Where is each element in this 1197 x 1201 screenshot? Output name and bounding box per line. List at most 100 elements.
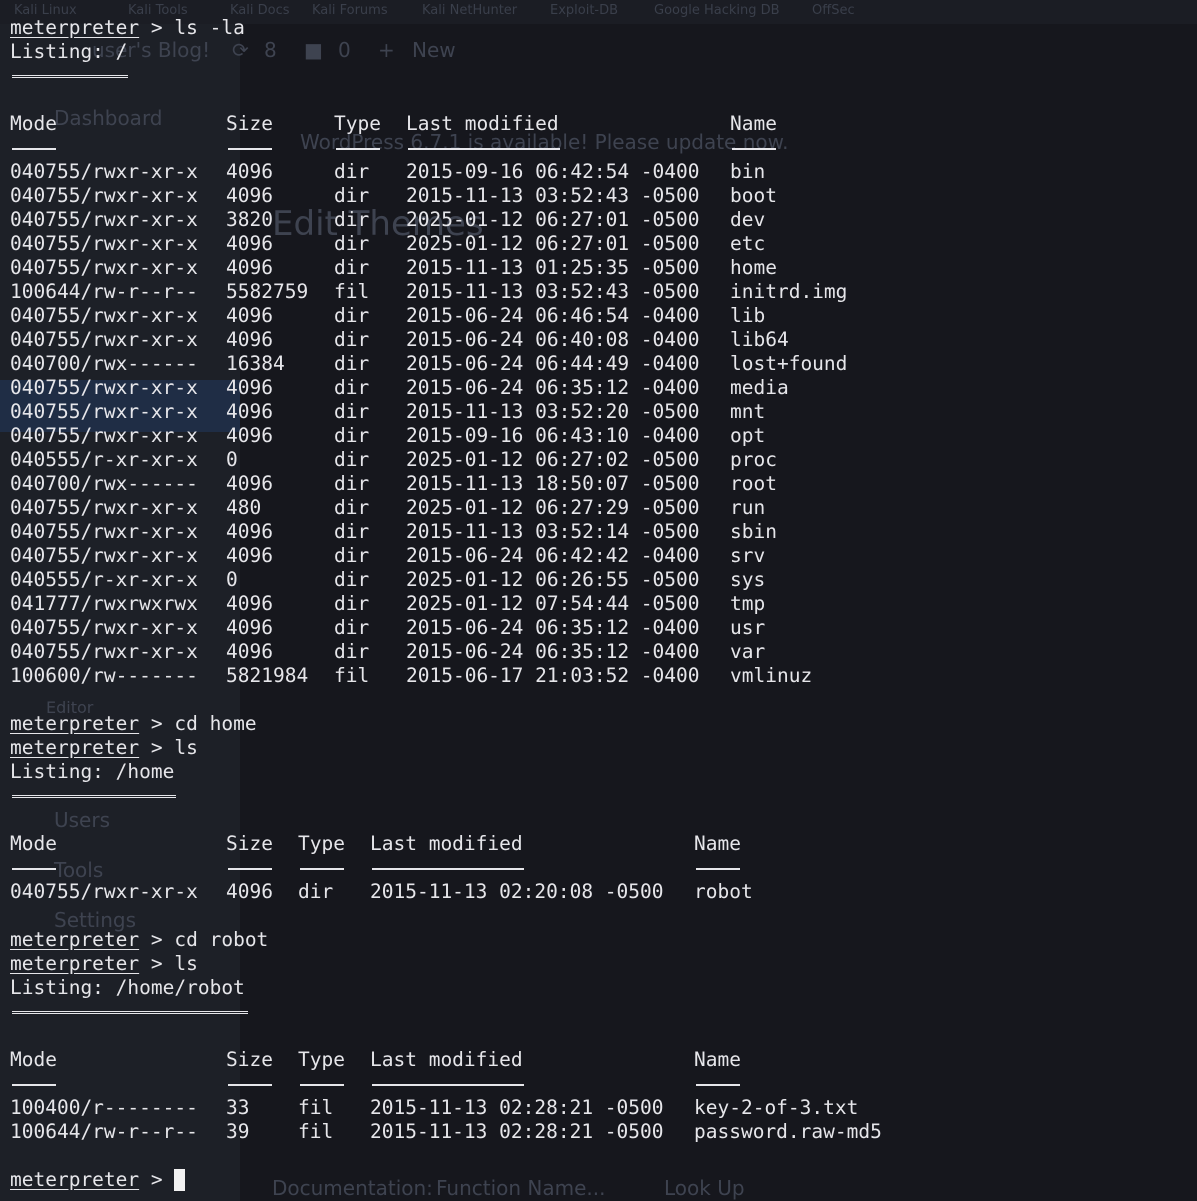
cell-mode: 040755/rwxr-xr-x bbox=[10, 256, 198, 279]
cell-size: 4096 bbox=[226, 256, 273, 279]
prompt-label: meterpreter bbox=[10, 1168, 140, 1191]
cell-size: 5821984 bbox=[226, 664, 309, 687]
table-row: 040755/rwxr-xr-x 4096 dir 2015-11-13 03:52:… bbox=[10, 184, 777, 208]
cell-type: fil bbox=[298, 1120, 334, 1143]
prompt-separator: > bbox=[139, 712, 175, 735]
listing-title: Listing: / bbox=[10, 40, 128, 63]
cell-size: 4096 bbox=[226, 304, 273, 327]
cell-type: dir bbox=[334, 424, 370, 447]
terminal-line: Listing: /home bbox=[10, 760, 268, 784]
function-select[interactable]: Function Name... bbox=[436, 1176, 606, 1200]
prompt-label: meterpreter bbox=[10, 952, 140, 975]
bookmark-tab[interactable]: Exploit-DB bbox=[550, 3, 618, 18]
cell-mode: 040700/rwx------ bbox=[10, 472, 198, 495]
cell-last-modified: 2015-11-13 02:20:08 -0500 bbox=[370, 880, 664, 903]
bookmark-tab[interactable]: OffSec bbox=[812, 3, 855, 18]
cell-mode: 040755/rwxr-xr-x bbox=[10, 328, 198, 351]
cell-mode: 040755/rwxr-xr-x bbox=[10, 400, 198, 423]
cell-mode: 100600/rw------- bbox=[10, 664, 198, 687]
column-header[interactable]: Last modified bbox=[406, 112, 559, 136]
cell-type: dir bbox=[334, 520, 370, 543]
cell-size: 4096 bbox=[226, 424, 273, 447]
table-row: 041777/rwxrwxrwx 4096 dir 2025-01-12 07:54:… bbox=[10, 592, 765, 616]
command-text: ls bbox=[174, 952, 198, 975]
cell-mode: 040755/rwxr-xr-x bbox=[10, 304, 198, 327]
comments-icon[interactable]: ■ bbox=[304, 38, 323, 62]
column-header[interactable]: Mode bbox=[10, 1048, 57, 1072]
new-link[interactable]: New bbox=[412, 38, 456, 62]
listing-underline bbox=[12, 795, 176, 798]
cell-type: dir bbox=[334, 544, 370, 567]
column-header[interactable]: Mode bbox=[10, 832, 57, 856]
cell-mode: 040755/rwxr-xr-x bbox=[10, 376, 198, 399]
column-header-underline bbox=[372, 868, 524, 870]
cell-last-modified: 2015-06-24 06:40:08 -0400 bbox=[406, 328, 700, 351]
cell-last-modified: 2015-11-13 01:25:35 -0500 bbox=[406, 256, 700, 279]
cell-size: 4096 bbox=[226, 592, 273, 615]
cell-name: home bbox=[730, 256, 777, 279]
cell-type: fil bbox=[334, 280, 370, 303]
command-text: cd home bbox=[174, 712, 257, 735]
column-header[interactable]: Last modified bbox=[370, 1048, 523, 1072]
table-row: 040555/r-xr-xr-x 0 dir 2025-01-12 06:26:55 … bbox=[10, 568, 765, 592]
column-header[interactable]: Last modified bbox=[370, 832, 523, 856]
cell-mode: 040755/rwxr-xr-x bbox=[10, 424, 198, 447]
bookmark-tab[interactable]: Google Hacking DB bbox=[654, 3, 780, 18]
column-header[interactable]: Name bbox=[730, 112, 777, 136]
table-row: 040755/rwxr-xr-x 4096 dir 2015-09-16 06:42:… bbox=[10, 160, 765, 184]
prompt-separator: > bbox=[139, 928, 175, 951]
bookmark-tab[interactable]: Kali Forums bbox=[312, 3, 388, 18]
table-row: 040755/rwxr-xr-x 4096 dir 2015-09-16 06:43:… bbox=[10, 424, 765, 448]
command-text: ls bbox=[174, 736, 198, 759]
prompt-label: meterpreter bbox=[10, 928, 140, 951]
column-header-underline bbox=[228, 148, 272, 150]
column-header[interactable]: Name bbox=[694, 832, 741, 856]
column-header[interactable]: Type bbox=[298, 832, 345, 856]
cell-size: 4096 bbox=[226, 880, 273, 903]
cell-last-modified: 2015-06-24 06:35:12 -0400 bbox=[406, 616, 700, 639]
cell-mode: 100644/rw-r--r-- bbox=[10, 1120, 198, 1143]
cell-mode: 040755/rwxr-xr-x bbox=[10, 184, 198, 207]
column-header-underline bbox=[228, 868, 272, 870]
cell-name: mnt bbox=[730, 400, 766, 423]
table-row: 100600/rw------- 5821984 fil 2015-06-17 21:… bbox=[10, 664, 812, 688]
column-header-underline bbox=[372, 1084, 524, 1086]
comments-count: 0 bbox=[338, 38, 351, 62]
prompt-separator: > bbox=[139, 16, 175, 39]
cell-mode: 040755/rwxr-xr-x bbox=[10, 496, 198, 519]
cell-last-modified: 2015-09-16 06:42:54 -0400 bbox=[406, 160, 700, 183]
cell-type: dir bbox=[334, 352, 370, 375]
cell-mode: 040755/rwxr-xr-x bbox=[10, 616, 198, 639]
terminal[interactable]: meterpreter > ls -la Listing: / Mode Size Ty… bbox=[10, 16, 882, 1192]
cell-size: 4096 bbox=[226, 400, 273, 423]
lookup-button[interactable]: Look Up bbox=[664, 1176, 745, 1200]
column-header[interactable]: Size bbox=[226, 1048, 273, 1072]
column-header[interactable]: Size bbox=[226, 832, 273, 856]
cell-last-modified: 2015-06-24 06:35:12 -0400 bbox=[406, 376, 700, 399]
cell-last-modified: 2025-01-12 06:27:01 -0500 bbox=[406, 232, 700, 255]
cell-type: dir bbox=[298, 880, 334, 903]
prompt-label: meterpreter bbox=[10, 16, 140, 39]
bookmark-tab[interactable]: Kali NetHunter bbox=[422, 3, 517, 18]
column-header[interactable]: Name bbox=[694, 1048, 741, 1072]
column-header[interactable]: Mode bbox=[10, 112, 57, 136]
cell-size: 33 bbox=[226, 1096, 250, 1119]
column-header[interactable]: Type bbox=[334, 112, 381, 136]
cell-mode: 040755/rwxr-xr-x bbox=[10, 208, 198, 231]
cell-mode: 040555/r-xr-xr-x bbox=[10, 448, 198, 471]
cell-name: run bbox=[730, 496, 766, 519]
column-header[interactable]: Type bbox=[298, 1048, 345, 1072]
listing-underline bbox=[12, 1011, 248, 1014]
column-header[interactable]: Size bbox=[226, 112, 273, 136]
table-row: 040755/rwxr-xr-x 4096 dir 2015-06-24 06:40:… bbox=[10, 328, 789, 352]
cursor bbox=[174, 1169, 186, 1191]
cell-type: dir bbox=[334, 208, 370, 231]
cell-type: fil bbox=[334, 664, 370, 687]
cell-type: dir bbox=[334, 616, 370, 639]
cell-last-modified: 2015-09-16 06:43:10 -0400 bbox=[406, 424, 700, 447]
cell-size: 5582759 bbox=[226, 280, 309, 303]
column-header-underline bbox=[732, 148, 776, 150]
